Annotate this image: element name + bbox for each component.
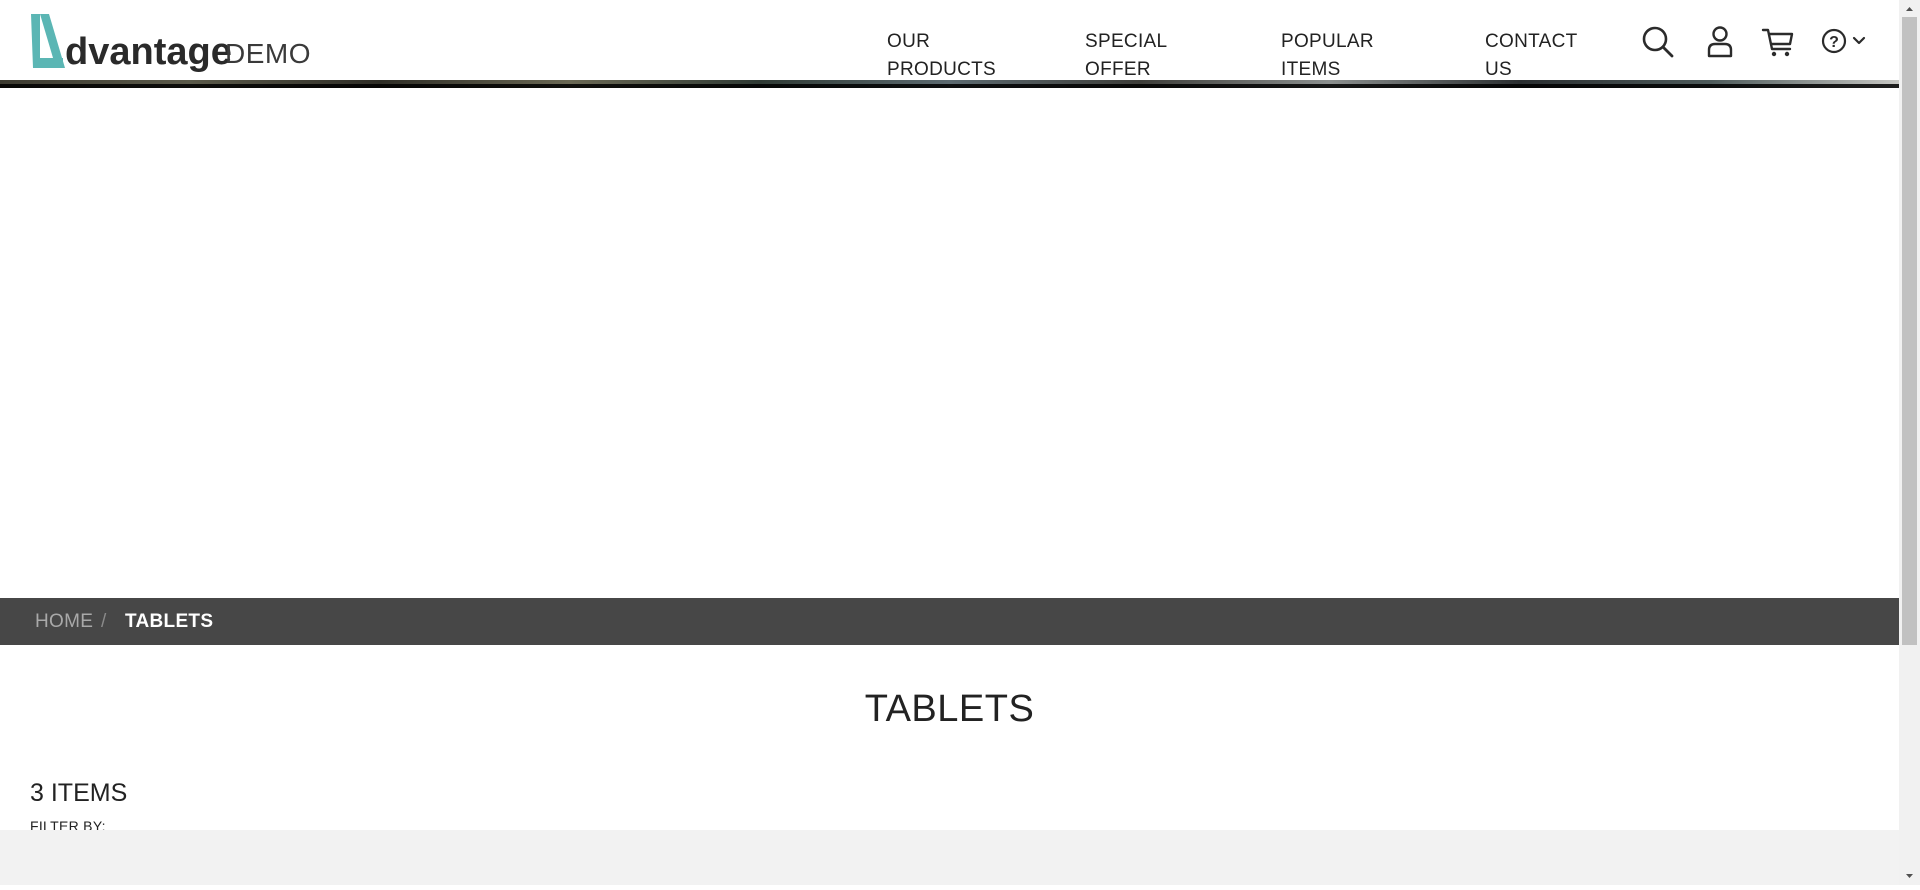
- breadcrumb-home-link[interactable]: HOME: [35, 610, 93, 634]
- help-menu[interactable]: ?: [1818, 22, 1874, 62]
- nav-special-offer[interactable]: SPECIAL OFFER: [1085, 28, 1167, 84]
- items-count: 3 ITEMS: [30, 779, 128, 807]
- breadcrumb-current: TABLETS: [125, 611, 214, 632]
- nav-contact-us[interactable]: CONTACT US: [1485, 28, 1577, 84]
- user-icon[interactable]: [1700, 22, 1740, 62]
- breadcrumb: HOME / TABLETS: [0, 598, 1899, 645]
- site-logo[interactable]: dvantage DEMO: [29, 12, 311, 73]
- nav-our-products[interactable]: OUR PRODUCTS: [887, 28, 996, 84]
- svg-text:?: ?: [1829, 34, 1839, 51]
- bottom-bar: [0, 830, 1899, 885]
- breadcrumb-separator: /: [101, 611, 107, 632]
- nav-popular-items[interactable]: POPULAR ITEMS: [1281, 28, 1374, 84]
- page-viewport: dvantage DEMO OUR PRODUCTS SPECIAL OFFER…: [0, 0, 1899, 885]
- site-header: dvantage DEMO OUR PRODUCTS SPECIAL OFFER…: [0, 0, 1899, 82]
- search-icon[interactable]: [1638, 22, 1678, 62]
- logo-suffix-text: DEMO: [225, 38, 311, 69]
- scrollbar-thumb[interactable]: [1902, 17, 1917, 645]
- page-title: TABLETS: [864, 688, 1035, 730]
- scroll-down-arrow-icon[interactable]: [1899, 868, 1920, 885]
- logo-a-icon: [31, 14, 65, 68]
- cart-icon[interactable]: [1758, 22, 1798, 62]
- hero-banner-edge: [0, 80, 1899, 88]
- scroll-up-arrow-icon[interactable]: [1899, 0, 1920, 17]
- vertical-scrollbar[interactable]: [1899, 0, 1920, 885]
- help-icon: ?: [1821, 28, 1866, 54]
- logo-brand-text: dvantage: [65, 31, 232, 73]
